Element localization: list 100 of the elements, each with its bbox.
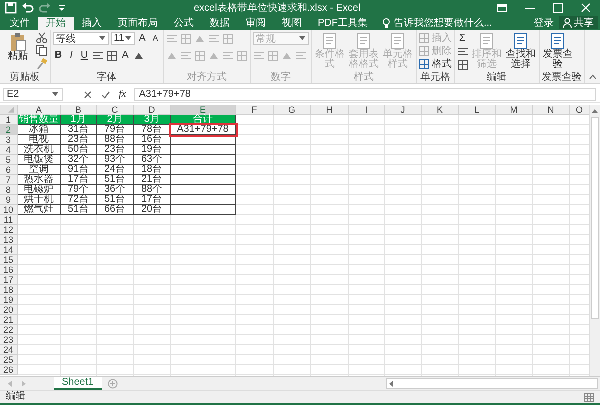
collapse-icon[interactable]	[589, 74, 597, 80]
row-header[interactable]: 6	[0, 165, 18, 175]
ribbon-button[interactable]: 查找和选择	[505, 32, 537, 70]
format-button[interactable]: A	[150, 32, 161, 45]
row-header[interactable]: 13	[0, 235, 18, 245]
ribbon-tab[interactable]: 插入	[74, 17, 110, 30]
add-sheet-icon[interactable]	[108, 378, 118, 388]
column-header[interactable]: C	[97, 105, 134, 115]
ribbon-tab[interactable]: 审阅	[238, 17, 274, 30]
column-header[interactable]: M	[496, 105, 533, 115]
group-label: 发票查验	[542, 72, 582, 83]
row-header[interactable]: 1	[0, 115, 18, 125]
row-header[interactable]: 5	[0, 155, 18, 165]
horizontal-scrollbar[interactable]	[386, 378, 598, 389]
column-header[interactable]: I	[349, 105, 385, 115]
format-button[interactable]: A	[137, 32, 148, 45]
tell-me-field[interactable]: 告诉我您想要做什么...	[382, 17, 504, 30]
dropdown-field[interactable]: 等线	[53, 32, 109, 45]
scroll-up-icon[interactable]	[591, 107, 599, 115]
column-header[interactable]: L	[459, 105, 496, 115]
ribbon-button[interactable]: 发票查验	[542, 32, 574, 70]
row-header[interactable]: 22	[0, 325, 18, 335]
active-cell[interactable]: A31+79+78	[171, 125, 236, 135]
scissors-icon[interactable]	[36, 32, 48, 44]
ribbon-tab[interactable]: 页面布局	[110, 17, 166, 30]
previous-sheet-icon[interactable]	[6, 380, 14, 388]
column-header[interactable]: H	[311, 105, 349, 115]
sign-in-link[interactable]: 登录	[529, 17, 559, 30]
column-header[interactable]: D	[134, 105, 171, 115]
row-header[interactable]: 14	[0, 245, 18, 255]
insert-function-button[interactable]: fx	[119, 89, 126, 100]
row-header[interactable]: 18	[0, 285, 18, 295]
close-icon[interactable]	[580, 2, 592, 14]
scroll-thumb[interactable]	[591, 117, 599, 319]
row-header[interactable]: 7	[0, 175, 18, 185]
formula-field[interactable]: A31+79+78	[134, 88, 596, 101]
row-header[interactable]: 12	[0, 225, 18, 235]
ribbon-display-icon[interactable]	[496, 2, 508, 14]
row-header[interactable]: 23	[0, 335, 18, 345]
ribbon-tab[interactable]: 开始	[38, 17, 74, 30]
table-cell: 88个	[134, 185, 171, 195]
format-button[interactable]: I	[66, 49, 77, 62]
format-button[interactable]: Σ	[457, 32, 468, 45]
border-icon[interactable]	[106, 50, 118, 62]
column-header[interactable]: N	[533, 105, 570, 115]
column-header[interactable]: O	[570, 105, 589, 115]
column-header[interactable]: B	[61, 105, 97, 115]
border-icon[interactable]	[457, 58, 469, 70]
row-header[interactable]: 10	[0, 205, 18, 215]
align-icon[interactable]	[457, 46, 469, 58]
ribbon-button[interactable]: 格式	[419, 58, 452, 70]
row-header[interactable]: 24	[0, 345, 18, 355]
align-icon[interactable]	[92, 50, 104, 62]
table-cell: 51台	[97, 195, 134, 205]
row-header[interactable]: 4	[0, 145, 18, 155]
ribbon-tab[interactable]: PDF工具集	[310, 17, 376, 30]
ribbon-tab[interactable]: 视图	[274, 17, 310, 30]
format-button[interactable]: A	[120, 49, 131, 62]
ribbon-tab[interactable]: 文件	[2, 17, 38, 30]
copy-icon[interactable]	[36, 45, 48, 57]
row-header[interactable]: 21	[0, 315, 18, 325]
row-header[interactable]: 16	[0, 265, 18, 275]
column-header[interactable]: K	[422, 105, 459, 115]
next-sheet-icon[interactable]	[20, 380, 28, 388]
format-button[interactable]: B	[53, 49, 64, 62]
save-icon[interactable]	[4, 1, 18, 15]
undo-icon[interactable]	[21, 1, 35, 15]
ribbon-tab[interactable]: 公式	[166, 17, 202, 30]
vertical-scrollbar[interactable]	[589, 105, 600, 376]
normal-view-icon[interactable]	[584, 392, 594, 402]
maximize-icon[interactable]	[552, 2, 564, 14]
row-header[interactable]: 9	[0, 195, 18, 205]
row-header[interactable]: 8	[0, 185, 18, 195]
ribbon-tab[interactable]: 数据	[202, 17, 238, 30]
column-header[interactable]: F	[236, 105, 274, 115]
column-header[interactable]: E	[171, 105, 236, 115]
share-button[interactable]: 共享	[559, 16, 598, 29]
row-header[interactable]: 3	[0, 135, 18, 145]
check-icon[interactable]	[101, 90, 111, 100]
column-header[interactable]: G	[274, 105, 311, 115]
format-button[interactable]: U	[79, 49, 90, 62]
row-header[interactable]: 25	[0, 355, 18, 365]
paste-button[interactable]: 粘贴	[2, 32, 34, 62]
column-header[interactable]: A	[18, 105, 61, 115]
table-cell: 17台	[61, 175, 97, 185]
sheet-tab[interactable]: Sheet1	[54, 377, 102, 390]
row-header[interactable]: 20	[0, 305, 18, 315]
row-header[interactable]: 17	[0, 275, 18, 285]
row-header[interactable]: 15	[0, 255, 18, 265]
dropdown-field[interactable]: 11	[111, 32, 135, 45]
row-header[interactable]: 11	[0, 215, 18, 225]
row-header[interactable]: 2	[0, 125, 18, 135]
lightbulb-icon	[382, 18, 391, 29]
status-text: 编辑	[6, 391, 26, 403]
column-header[interactable]: J	[385, 105, 422, 115]
row-header[interactable]: 19	[0, 295, 18, 305]
scroll-left-icon[interactable]	[387, 380, 395, 388]
row-header[interactable]: 26	[0, 365, 18, 375]
name-box[interactable]: E2	[3, 88, 63, 101]
cancel-icon[interactable]	[83, 90, 93, 100]
